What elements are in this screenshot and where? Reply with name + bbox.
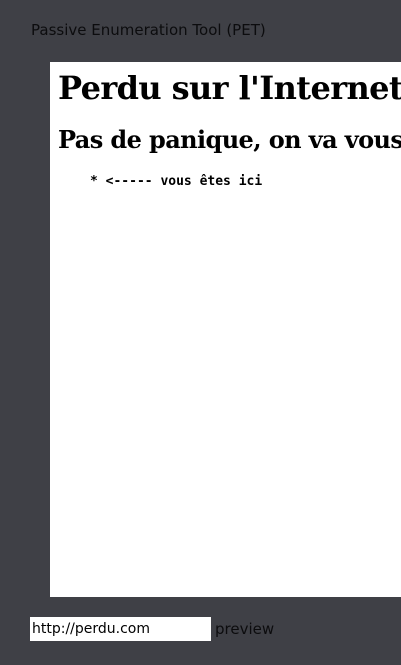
page-subheading: Pas de panique, on va vous aider [58, 125, 401, 154]
preview-frame: Perdu sur l'Internet ? Pas de panique, o… [50, 62, 401, 597]
url-input[interactable] [30, 617, 211, 641]
url-bar: preview [30, 617, 274, 641]
page-heading: Perdu sur l'Internet ? [58, 69, 401, 107]
page-list-item: * <----- vous êtes ici [90, 174, 263, 189]
app-title: Passive Enumeration Tool (PET) [31, 21, 266, 39]
preview-button[interactable]: preview [215, 620, 274, 638]
